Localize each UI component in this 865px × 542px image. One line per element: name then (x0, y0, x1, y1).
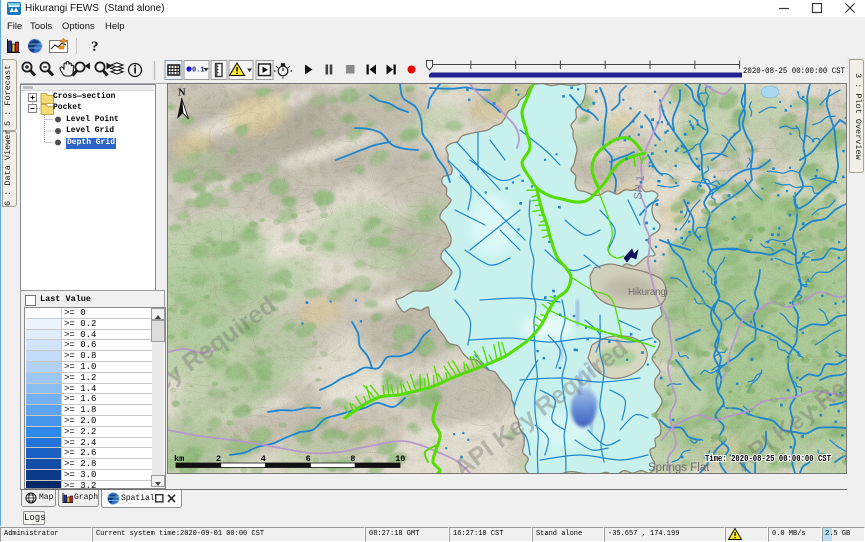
svg-text:0.1: 0.1 (192, 67, 205, 75)
svg-text:Springs Flat: Springs Flat (648, 462, 710, 473)
svg-text:N: N (178, 88, 186, 99)
svg-text:2: 2 (216, 454, 221, 464)
svg-text:2020-08-25 00:00:00 CST: 2020-08-25 00:00:00 CST (743, 66, 845, 76)
svg-text:?: ? (91, 39, 99, 55)
svg-text:6: 6 (306, 454, 311, 464)
svg-text:10: 10 (395, 454, 405, 464)
svg-text:Hikurangi: Hikurangi (628, 287, 668, 298)
svg-text:Time: 2020-08-25 00:00:00 CST: Time: 2020-08-25 00:00:00 CST (705, 454, 831, 464)
svg-text:4: 4 (261, 454, 266, 464)
svg-text:8: 8 (350, 454, 355, 464)
svg-text:km: km (174, 454, 184, 464)
